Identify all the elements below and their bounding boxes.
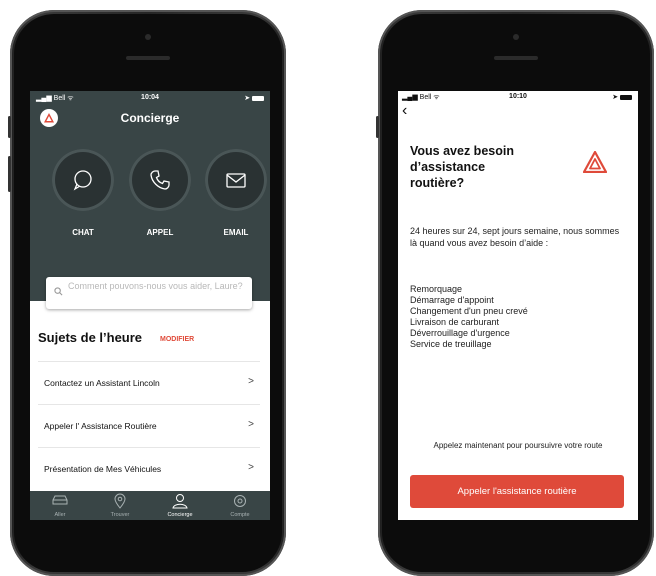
tab-label: Aller — [54, 512, 66, 518]
service-item: Déverrouillage d'urgence — [410, 328, 510, 338]
earpiece-speaker — [494, 56, 538, 60]
services-list: Remorquage Démarrage d'appoint Changemen… — [410, 284, 528, 350]
chat-button[interactable] — [52, 149, 114, 211]
tab-go[interactable]: Aller — [30, 491, 90, 520]
tab-find[interactable]: Trouver — [90, 491, 150, 520]
volume-up-button — [8, 156, 11, 192]
location-pin-icon — [114, 493, 126, 509]
description-text: 24 heures sur 24, sept jours semaine, no… — [410, 226, 620, 248]
chevron-right-icon: > — [248, 462, 254, 473]
call-now-note: Appelez maintenant pour poursuivre votre… — [433, 441, 603, 450]
chat-bubble-icon — [73, 170, 92, 191]
call-roadside-button[interactable]: Appeler l'assistance routière — [410, 475, 624, 508]
page-title: Vous avez besoin d’assistance routière? — [410, 144, 514, 190]
status-time: 10:04 — [141, 94, 159, 101]
tab-label: Concierge — [167, 512, 193, 518]
hazard-triangle-icon — [583, 151, 607, 173]
email-label: EMAIL — [223, 228, 249, 237]
topic-label: Présentation de Mes Véhicules — [44, 464, 162, 474]
topic-label: Appeler l' Assistance Routière — [44, 421, 157, 431]
phone-icon — [150, 170, 170, 190]
service-item: Remorquage — [410, 284, 463, 294]
email-button[interactable] — [205, 149, 267, 211]
modify-button[interactable]: MODIFIER — [160, 336, 194, 343]
call-label: APPEL — [146, 228, 174, 237]
chevron-right-icon: > — [248, 376, 254, 387]
phone-frame-left: ▂▄▆ Bell ᯤ 10:04 ➤ Concierge CHAT APPEL … — [8, 10, 286, 576]
page-title: Concierge — [120, 111, 180, 125]
mute-switch — [376, 116, 379, 138]
service-item: Service de treuillage — [410, 339, 492, 349]
service-item: Livraison de carburant — [410, 317, 500, 327]
front-camera — [513, 34, 519, 40]
search-input[interactable]: Comment pouvons-nous vous aider, Laure? — [46, 277, 252, 309]
topic-row-vehicles[interactable]: Présentation de Mes Véhicules > — [38, 447, 260, 491]
chat-label: CHAT — [72, 228, 94, 237]
topic-label: Contactez un Assistant Lincoln — [44, 378, 160, 388]
tab-bar: Aller Trouver Concierge Compte — [30, 491, 270, 520]
battery-icon: ➤ — [612, 93, 632, 101]
concierge-header: ▂▄▆ Bell ᯤ 10:04 ➤ Concierge CHAT APPEL … — [30, 91, 270, 301]
tab-account[interactable]: Compte — [210, 491, 270, 520]
roadside-assistance-screen: ▂▄▆ Bell ᯤ 10:10 ➤ ‹ Vous avez besoin d’… — [398, 91, 638, 520]
topic-row-roadside[interactable]: Appeler l' Assistance Routière > — [38, 404, 260, 448]
search-icon — [54, 287, 63, 296]
section-title: Sujets de l’heure — [38, 330, 143, 345]
concierge-screen: ▂▄▆ Bell ᯤ 10:04 ➤ Concierge CHAT APPEL … — [30, 91, 270, 520]
status-bar: ▂▄▆ Bell ᯤ 10:10 ➤ — [398, 91, 638, 103]
envelope-icon — [226, 173, 246, 188]
car-icon — [52, 495, 68, 505]
status-time: 10:10 — [509, 93, 527, 100]
phone-frame-right: ▂▄▆ Bell ᯤ 10:10 ➤ ‹ Vous avez besoin d’… — [376, 10, 654, 576]
status-bar: ▂▄▆ Bell ᯤ 10:04 ➤ — [30, 91, 270, 105]
front-camera — [145, 34, 151, 40]
earpiece-speaker — [126, 56, 170, 60]
concierge-person-icon — [172, 494, 188, 509]
tab-label: Trouver — [110, 512, 130, 518]
call-button[interactable] — [129, 149, 191, 211]
chevron-right-icon: > — [248, 419, 254, 430]
service-item: Changement d'un pneu crevé — [410, 306, 528, 316]
topic-row-contact[interactable]: Contactez un Assistant Lincoln > — [38, 361, 260, 405]
tab-label: Compte — [230, 512, 250, 518]
mute-switch — [8, 116, 11, 138]
tab-concierge[interactable]: Concierge — [150, 491, 210, 520]
back-chevron-icon[interactable]: ‹ — [402, 103, 407, 119]
gear-icon — [234, 495, 246, 507]
search-placeholder: Comment pouvons-nous vous aider, Laure? — [68, 281, 243, 291]
service-item: Démarrage d'appoint — [410, 295, 494, 305]
battery-icon: ➤ — [244, 94, 264, 102]
